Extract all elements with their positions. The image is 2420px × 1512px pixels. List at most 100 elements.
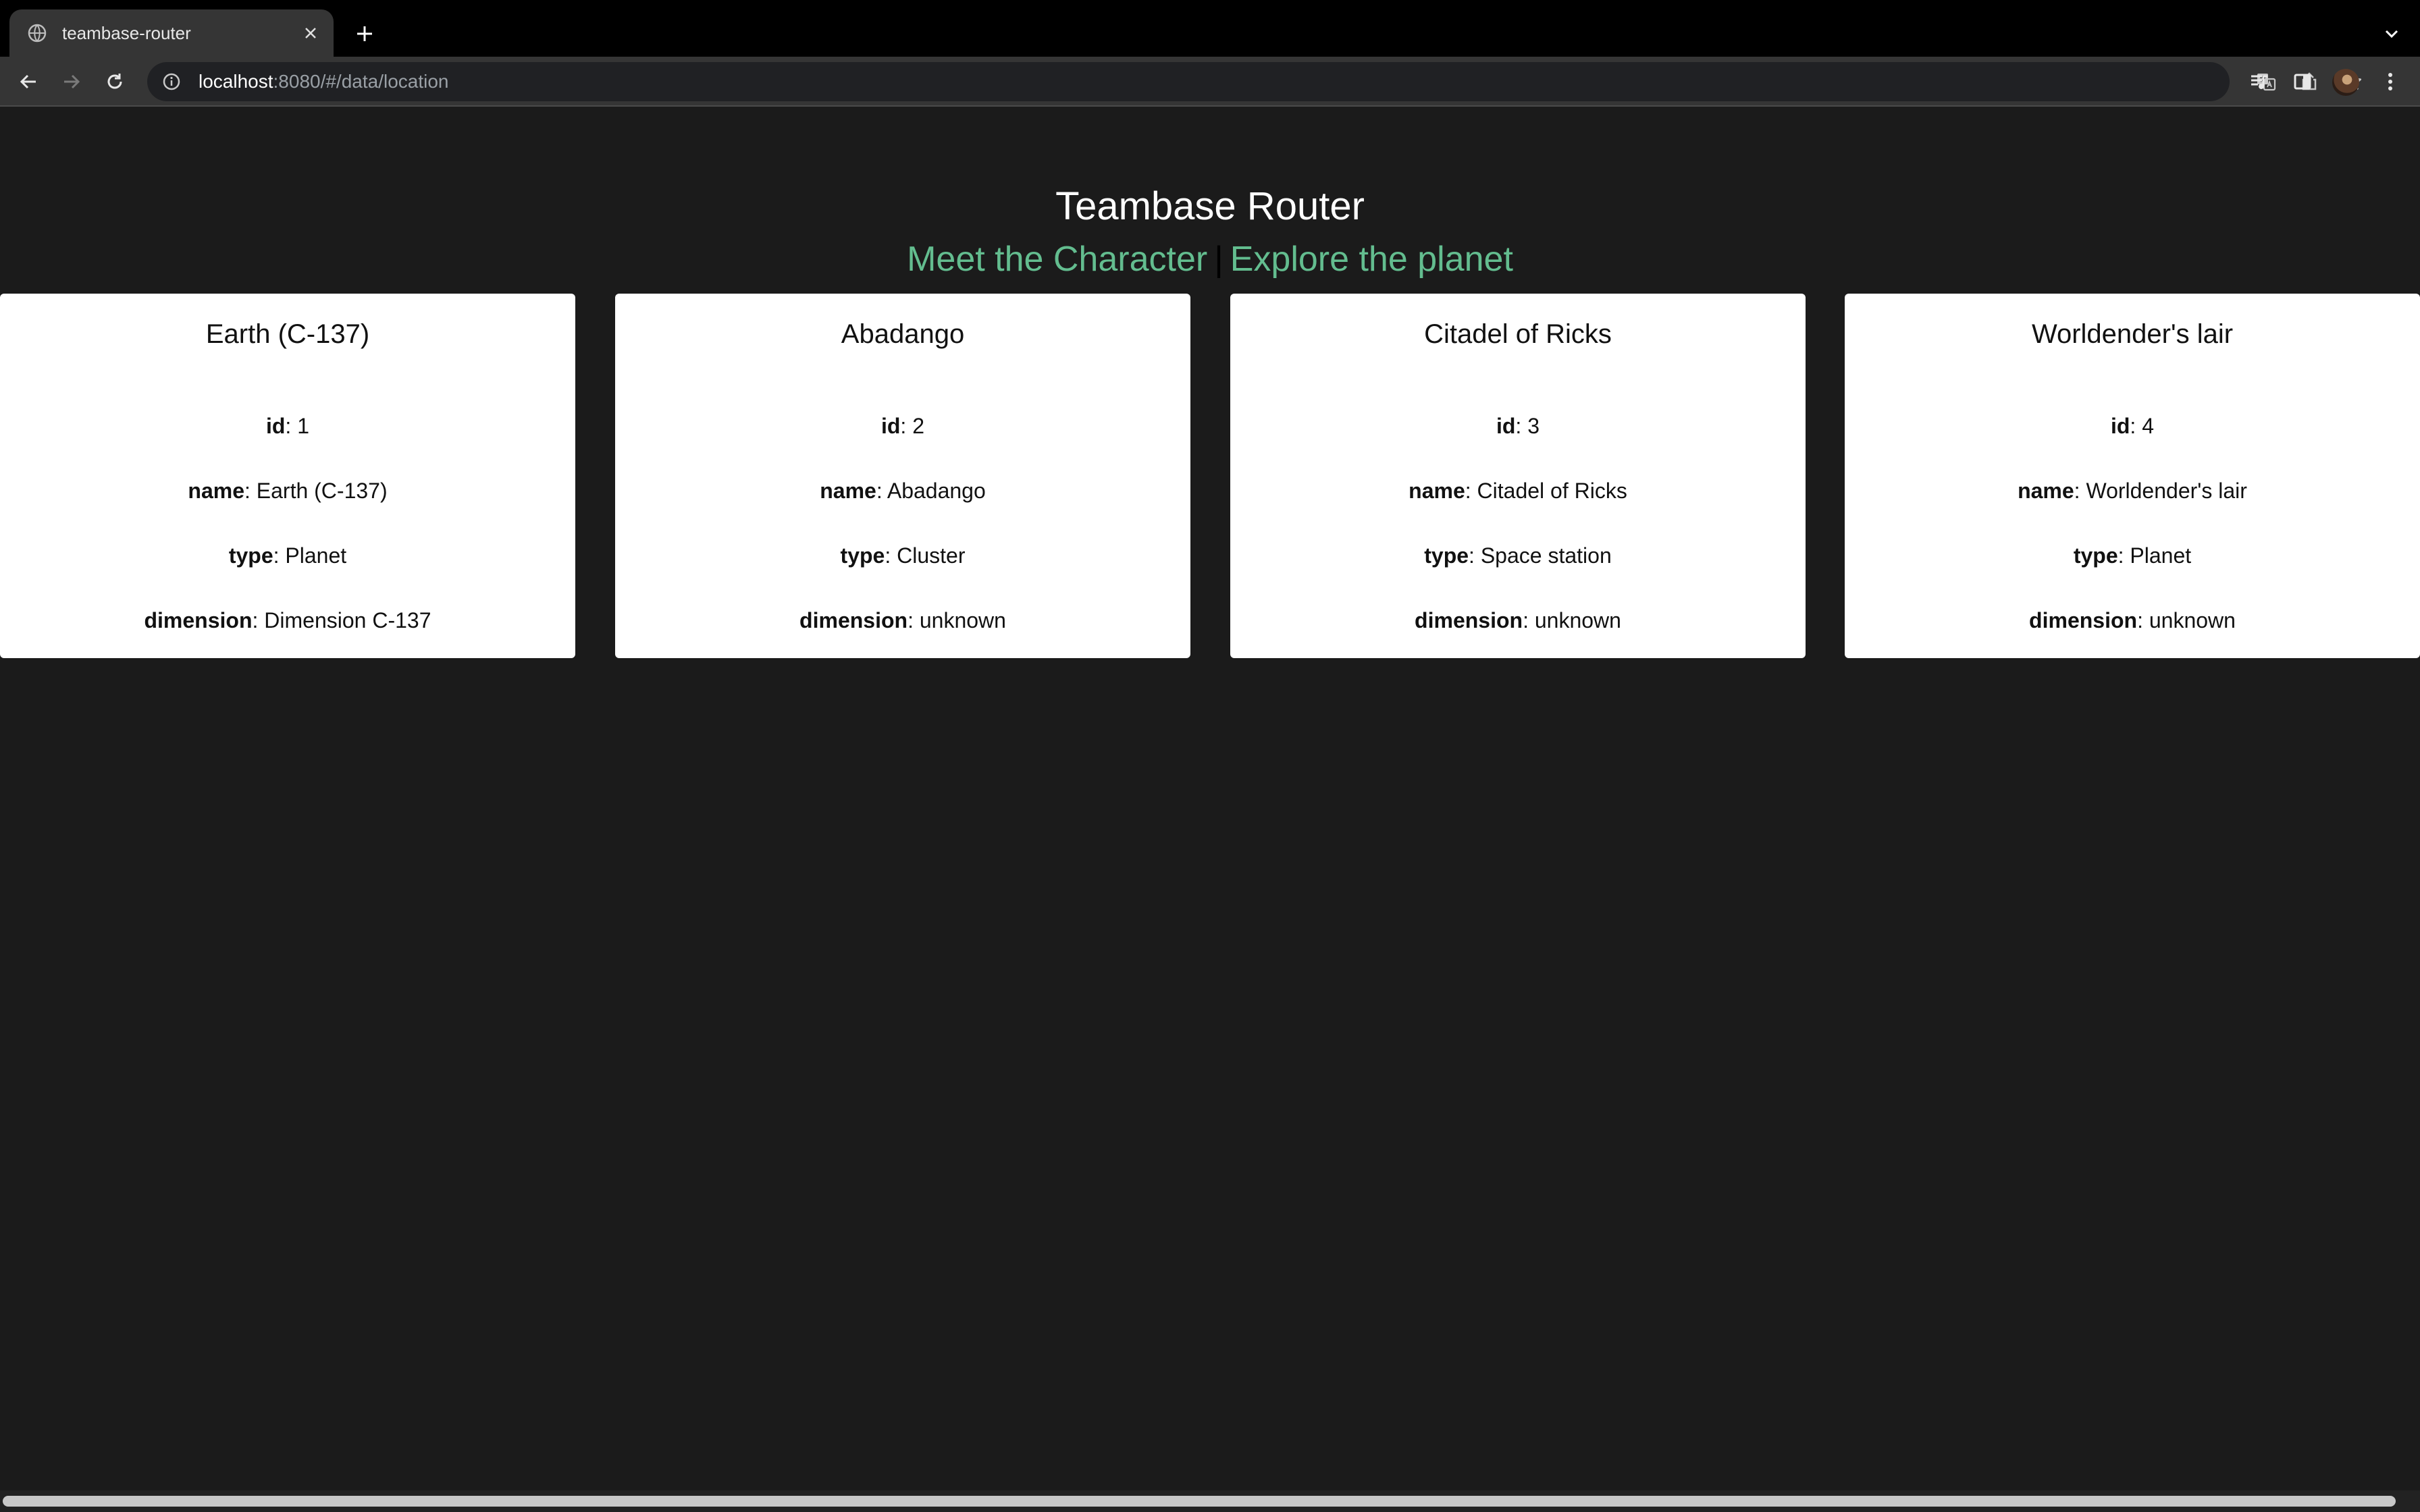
field-value: 4 bbox=[2142, 414, 2154, 438]
field-label: type bbox=[2073, 543, 2118, 568]
field-label: dimension bbox=[799, 608, 908, 632]
field-label: type bbox=[1424, 543, 1469, 568]
card-field-dimension: dimension: Dimension C-137 bbox=[0, 608, 575, 633]
field-label: type bbox=[228, 543, 273, 568]
field-value: Abadango bbox=[887, 479, 986, 503]
field-colon: : bbox=[900, 414, 913, 438]
card-field-name: name: Worldender's lair bbox=[1845, 479, 2420, 504]
card-field-dimension: dimension: unknown bbox=[615, 608, 1190, 633]
card-field-id: id: 3 bbox=[1230, 414, 1806, 439]
back-arrow-icon[interactable] bbox=[12, 65, 45, 98]
info-icon[interactable] bbox=[161, 71, 182, 92]
field-label: name bbox=[188, 479, 244, 503]
field-colon: : bbox=[285, 414, 298, 438]
card-field-type: type: Planet bbox=[0, 543, 575, 568]
field-value: Planet bbox=[2130, 543, 2192, 568]
forward-arrow-icon[interactable] bbox=[55, 65, 88, 98]
location-card: Worldender's lair id: 4 name: Worldender… bbox=[1845, 294, 2420, 658]
field-value: Earth (C-137) bbox=[256, 479, 388, 503]
field-label: id bbox=[880, 414, 901, 438]
browser-toolbar: localhost:8080/#/data/location bbox=[0, 57, 2420, 107]
field-value: 3 bbox=[1527, 414, 1540, 438]
field-colon: : bbox=[1515, 414, 1528, 438]
field-value: Citadel of Ricks bbox=[1477, 479, 1627, 503]
browser-tab[interactable]: teambase-router bbox=[9, 9, 334, 57]
url-text: localhost:8080/#/data/location bbox=[199, 71, 449, 92]
field-label: name bbox=[820, 479, 876, 503]
field-value: unknown bbox=[1534, 608, 1621, 632]
field-value: Planet bbox=[285, 543, 347, 568]
location-card: Abadango id: 2 name: Abadango type: Clus… bbox=[615, 294, 1190, 658]
tab-title: teambase-router bbox=[62, 22, 191, 43]
field-value: Dimension C-137 bbox=[264, 608, 431, 632]
field-colon: : bbox=[2137, 608, 2149, 632]
field-colon: : bbox=[1469, 543, 1481, 568]
field-value: Worldender's lair bbox=[2086, 479, 2247, 503]
tab-strip: teambase-router bbox=[0, 0, 2420, 57]
field-label: id bbox=[2110, 414, 2130, 438]
close-icon[interactable] bbox=[296, 18, 325, 48]
globe-icon bbox=[27, 23, 47, 43]
field-label: id bbox=[1496, 414, 1516, 438]
profile-avatar[interactable] bbox=[2332, 69, 2359, 96]
location-card: Citadel of Ricks id: 3 name: Citadel of … bbox=[1230, 294, 1806, 658]
reload-icon[interactable] bbox=[99, 65, 131, 98]
field-value: unknown bbox=[919, 608, 1006, 632]
nav-link-planet[interactable]: Explore the planet bbox=[1230, 240, 1513, 279]
card-field-type: type: Planet bbox=[1845, 543, 2420, 568]
field-colon: : bbox=[885, 543, 897, 568]
field-label: name bbox=[1409, 479, 1465, 503]
card-field-dimension: dimension: unknown bbox=[1230, 608, 1806, 633]
field-colon: : bbox=[1523, 608, 1535, 632]
field-label: dimension bbox=[144, 608, 253, 632]
field-label: type bbox=[840, 543, 885, 568]
field-colon: : bbox=[2130, 414, 2142, 438]
field-colon: : bbox=[2074, 479, 2086, 503]
card-field-name: name: Abadango bbox=[615, 479, 1190, 504]
page-title: Teambase Router bbox=[1055, 184, 1365, 228]
field-colon: : bbox=[908, 608, 920, 632]
plus-icon[interactable] bbox=[348, 18, 381, 50]
card-field-id: id: 1 bbox=[0, 414, 575, 439]
nav-link-character[interactable]: Meet the Character bbox=[907, 240, 1207, 279]
card-field-name: name: Citadel of Ricks bbox=[1230, 479, 1806, 504]
kebab-menu-icon[interactable] bbox=[2374, 65, 2406, 98]
card-title: Abadango bbox=[841, 319, 965, 349]
field-colon: : bbox=[1465, 479, 1477, 503]
card-field-id: id: 2 bbox=[615, 414, 1190, 439]
card-field-type: type: Cluster bbox=[615, 543, 1190, 568]
card-field-name: name: Earth (C-137) bbox=[0, 479, 575, 504]
main-nav: Meet the Character | Explore the planet bbox=[0, 239, 2420, 279]
field-value: Space station bbox=[1480, 543, 1612, 568]
field-value: 1 bbox=[297, 414, 309, 438]
field-value: Cluster bbox=[897, 543, 966, 568]
field-label: dimension bbox=[2029, 608, 2138, 632]
field-colon: : bbox=[876, 479, 887, 503]
field-colon: : bbox=[273, 543, 286, 568]
field-value: unknown bbox=[2149, 608, 2236, 632]
field-label: id bbox=[265, 414, 286, 438]
address-bar[interactable]: localhost:8080/#/data/location bbox=[147, 62, 2362, 101]
chevron-down-icon[interactable] bbox=[2375, 18, 2408, 50]
horizontal-scrollbar[interactable] bbox=[0, 1490, 2420, 1512]
field-label: dimension bbox=[1415, 608, 1523, 632]
field-colon: : bbox=[244, 479, 257, 503]
reading-list-icon[interactable] bbox=[2243, 65, 2276, 98]
card-title: Earth (C-137) bbox=[205, 319, 370, 349]
card-field-type: type: Space station bbox=[1230, 543, 1806, 568]
field-label: name bbox=[2018, 479, 2074, 503]
card-field-dimension: dimension: unknown bbox=[1845, 608, 2420, 633]
field-colon: : bbox=[252, 608, 265, 632]
field-value: 2 bbox=[912, 414, 924, 438]
url-path: :8080/#/data/location bbox=[273, 71, 449, 92]
location-card: Earth (C-137) id: 1 name: Earth (C-137) … bbox=[0, 294, 575, 658]
card-title: Citadel of Ricks bbox=[1424, 319, 1612, 349]
location-card-list: Earth (C-137) id: 1 name: Earth (C-137) … bbox=[0, 294, 2420, 658]
url-host: localhost bbox=[199, 71, 273, 92]
field-colon: : bbox=[2118, 543, 2130, 568]
card-field-id: id: 4 bbox=[1845, 414, 2420, 439]
card-title: Worldender's lair bbox=[2031, 319, 2234, 349]
nav-separator: | bbox=[1214, 240, 1224, 279]
side-panel-icon[interactable] bbox=[2286, 65, 2319, 98]
scrollbar-thumb[interactable] bbox=[3, 1496, 2396, 1507]
